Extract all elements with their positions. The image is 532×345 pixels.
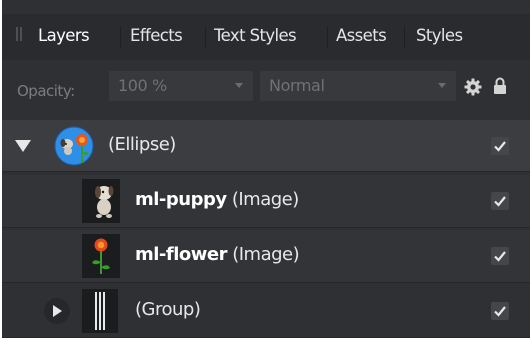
opacity-dropdown[interactable]: 100 % — [109, 71, 253, 101]
opacity-label: Opacity: — [17, 82, 75, 100]
group-thumbnail-image — [82, 289, 118, 333]
layer-toolbar: Opacity: 100 % Normal — [2, 60, 530, 110]
puppy-thumbnail — [82, 179, 120, 223]
visibility-checkbox[interactable] — [491, 247, 509, 265]
layer-name: ml-puppy — [135, 189, 227, 210]
lock-icon[interactable] — [493, 77, 507, 95]
flower-thumbnail — [82, 234, 120, 278]
layer-row-group[interactable]: (Group) — [2, 285, 530, 338]
visibility-checkbox[interactable] — [491, 302, 509, 320]
layer-type-label: (Group) — [135, 299, 201, 320]
ellipse-thumbnail — [52, 123, 100, 169]
layer-label: ml-flower (Image) — [135, 244, 300, 265]
tab-separator — [404, 26, 405, 48]
puppy-thumbnail-image — [82, 179, 120, 223]
layer-row-ml-puppy[interactable]: ml-puppy (Image) — [2, 175, 530, 228]
checkmark-icon — [494, 306, 506, 317]
blend-mode-dropdown[interactable]: Normal — [260, 71, 456, 101]
panel-grip-icon[interactable] — [16, 27, 22, 41]
ellipse-thumbnail-image — [54, 126, 94, 166]
tab-layers[interactable]: Layers — [38, 26, 90, 48]
layers-panel: Layers Effects Text Styles Assets Styles… — [2, 0, 530, 338]
flower-thumbnail-image — [82, 234, 120, 278]
checkmark-icon — [494, 196, 506, 207]
tab-assets[interactable]: Assets — [336, 26, 387, 48]
layer-row-ml-flower[interactable]: ml-flower (Image) — [2, 230, 530, 283]
layer-type: (Image) — [231, 189, 299, 210]
tab-effects[interactable]: Effects — [130, 26, 183, 48]
gear-icon[interactable] — [464, 78, 482, 96]
tab-separator — [120, 26, 121, 48]
checkmark-icon — [494, 141, 506, 152]
checkmark-icon — [494, 251, 506, 262]
layer-type: (Image) — [232, 244, 300, 265]
panel-tab-bar: Layers Effects Text Styles Assets Styles — [2, 14, 530, 60]
tab-styles[interactable]: Styles — [416, 26, 463, 48]
visibility-checkbox[interactable] — [491, 137, 509, 155]
tab-separator — [327, 26, 328, 48]
layer-label: ml-puppy (Image) — [135, 189, 299, 210]
expand-triangle-icon[interactable] — [15, 140, 31, 152]
visibility-checkbox[interactable] — [491, 192, 509, 210]
chevron-down-icon — [235, 83, 243, 88]
layer-name: ml-flower — [135, 244, 227, 265]
opacity-value: 100 % — [118, 76, 167, 95]
group-thumbnail — [82, 289, 118, 333]
expand-arrow-icon[interactable] — [44, 298, 70, 324]
blend-mode-value: Normal — [269, 76, 325, 95]
layer-row-ellipse[interactable]: (Ellipse) — [2, 120, 530, 172]
chevron-down-icon — [438, 83, 446, 88]
tab-separator — [205, 26, 206, 48]
layer-type-label: (Ellipse) — [108, 134, 176, 155]
tab-text-styles[interactable]: Text Styles — [214, 26, 297, 48]
